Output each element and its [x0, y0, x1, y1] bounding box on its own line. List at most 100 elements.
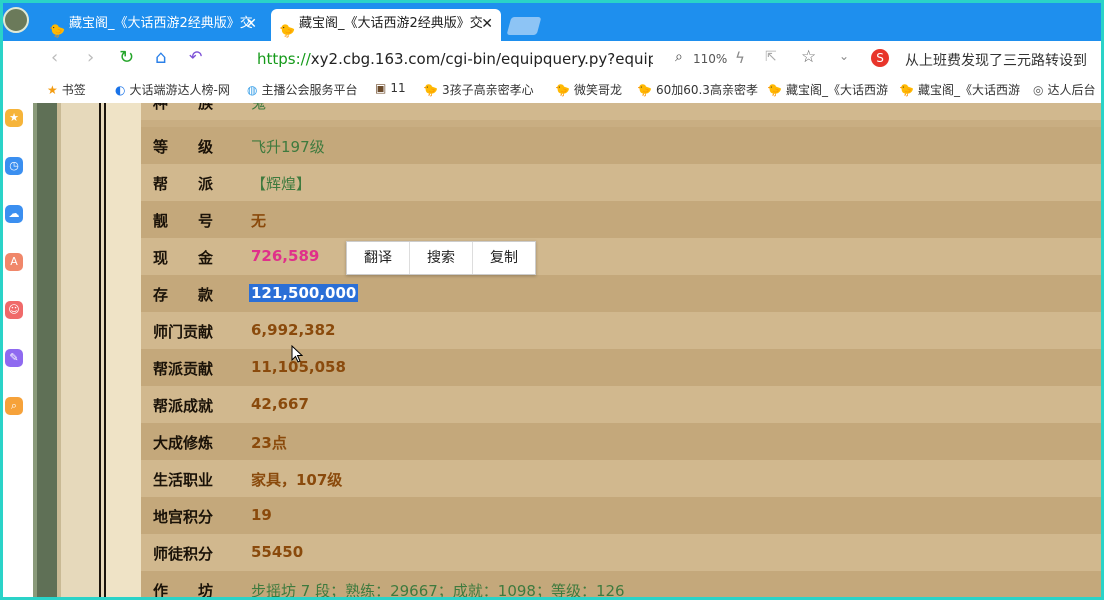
tab-favicon-icon: 🐤	[49, 24, 66, 39]
tab-cbg-1[interactable]: 🐤 藏宝阁_《大话西游2经典版》交 ✕	[41, 9, 265, 41]
row-value: 55450	[251, 543, 304, 561]
url-text: xy2.cbg.163.com/cgi-bin/equipquery.py?eq…	[310, 50, 653, 68]
bookmark-item[interactable]: 🐤 微笑哥龙	[555, 81, 622, 98]
bookmark-label: 微笑哥龙	[573, 83, 622, 97]
row-value: 无	[251, 212, 267, 230]
border-stripe	[61, 103, 99, 597]
bookmark-label: 60加60.3高亲密孝	[655, 83, 758, 97]
row-label: 作 坊	[153, 582, 214, 597]
bookmark-item[interactable]: 🐤 60加60.3高亲密孝	[637, 81, 758, 98]
address-bar[interactable]: https://xy2.cbg.163.com/cgi-bin/equipque…	[257, 50, 653, 68]
bookmark-favicon-icon: ▣	[375, 81, 387, 95]
user-avatar[interactable]	[3, 7, 29, 33]
selected-text[interactable]: 121,500,000	[249, 284, 359, 302]
page-content: 种 族 鬼 等 级 飞升197级 帮 派 【辉煌】 靓 号 无 现 金 726,…	[33, 103, 1101, 597]
table-row: 作 坊 步摇坊 7 段；熟练：29667；成就：1098；等级：126	[141, 571, 1101, 597]
bookmark-chick-icon: 🐤	[899, 83, 914, 97]
table-row: 帮派贡献 11,105,058	[141, 349, 1101, 386]
clock-icon[interactable]: ◷	[5, 157, 23, 175]
row-value: 鬼	[251, 103, 267, 112]
refresh-icon[interactable]: ↻	[119, 47, 134, 68]
row-value: 飞升197级	[251, 138, 325, 156]
table-row: 存 款 121,500,000	[141, 275, 1101, 312]
row-value: 23点	[251, 434, 287, 452]
bookmark-favicon-icon: ◍	[247, 83, 258, 97]
side-toolbar: ★ ◷ ☁ A ☺ ✎ ⌕	[3, 103, 33, 597]
zoom-icon: ⌕	[675, 49, 683, 65]
sogou-icon[interactable]: S	[871, 49, 889, 67]
bookmark-label: 3孩子高亲密孝心	[441, 83, 534, 97]
tab-title: 藏宝阁_《大话西游2经典版》交	[69, 16, 253, 31]
bookmark-item[interactable]: ◎ 达人后台	[1033, 81, 1096, 98]
edit-icon[interactable]: ✎	[5, 349, 23, 367]
bookmark-item[interactable]: 🐤 藏宝阁_《大话西游	[767, 81, 888, 98]
row-value: 步摇坊 7 段；熟练：29667；成就：1098；等级：126	[251, 582, 625, 597]
tab-close-icon[interactable]: ✕	[245, 9, 257, 39]
bookmark-chick-icon: 🐤	[423, 83, 438, 97]
bookmark-item[interactable]: ◍ 主播公会服务平台	[247, 81, 358, 98]
tab-title: 藏宝阁_《大话西游2经典版》交	[299, 16, 483, 31]
undo-icon[interactable]: ↶	[189, 47, 202, 66]
bookmark-chick-icon: 🐤	[555, 83, 570, 97]
home-icon[interactable]: ⌂	[155, 47, 166, 68]
bookmark-item[interactable]: ◐ 大话端游达人榜-网	[115, 81, 230, 98]
border-stripe	[106, 103, 141, 597]
bookmark-label: 藏宝阁_《大话西游	[917, 83, 1020, 97]
browser-window: 🐤 藏宝阁_《大话西游2经典版》交 ✕ 🐤 藏宝阁_《大话西游2经典版》交 ✕ …	[3, 3, 1101, 597]
lightning-icon[interactable]: ϟ	[735, 49, 745, 67]
table-row: 靓 号 无	[141, 201, 1101, 238]
bookmark-item[interactable]: 🐤 3孩子高亲密孝心	[423, 81, 534, 98]
table-row: 帮派成就 42,667	[141, 386, 1101, 423]
news-ticker[interactable]: 从上班费发现了三元路转设到	[905, 50, 1087, 70]
row-label: 大成修炼	[153, 434, 214, 452]
bookmark-label: 书签	[61, 83, 86, 97]
table-row: 等 级 飞升197级	[141, 127, 1101, 164]
zoom-level[interactable]: 110%	[693, 52, 727, 66]
table-row: 大成修炼 23点	[141, 423, 1101, 460]
bookmark-label: 大话端游达人榜-网	[129, 83, 230, 97]
translate-icon[interactable]: A	[5, 253, 23, 271]
row-label: 帮派成就	[153, 397, 214, 415]
bookmark-globe-icon: ◎	[1033, 83, 1044, 97]
tab-close-icon[interactable]: ✕	[481, 9, 493, 39]
navigation-bar: ‹ › ↻ ⌂ ↶ https://xy2.cbg.163.com/cgi-bi…	[3, 41, 1101, 78]
bookmark-item[interactable]: ★ 书签	[47, 81, 86, 98]
table-row: 师门贡献 6,992,382	[141, 312, 1101, 349]
translate-button[interactable]: 翻译	[347, 242, 409, 274]
search-icon[interactable]: ⌕	[5, 397, 23, 415]
tab-strip: 🐤 藏宝阁_《大话西游2经典版》交 ✕ 🐤 藏宝阁_《大话西游2经典版》交 ✕	[3, 3, 1101, 41]
tab-cbg-2-active[interactable]: 🐤 藏宝阁_《大话西游2经典版》交 ✕	[271, 9, 501, 41]
bookmark-item[interactable]: ▣ 11	[375, 81, 406, 95]
row-label: 等 级	[153, 138, 214, 156]
search-button[interactable]: 搜索	[410, 242, 472, 274]
border-stripe	[37, 103, 57, 597]
row-label: 地宫积分	[153, 508, 214, 526]
star-icon[interactable]: ☆	[801, 47, 816, 67]
chevron-down-icon[interactable]: ⌄	[839, 49, 849, 63]
back-icon[interactable]: ‹	[51, 47, 58, 68]
row-label: 帮 派	[153, 175, 214, 193]
row-label: 生活职业	[153, 471, 214, 489]
table-row: 生活职业 家具，107级	[141, 460, 1101, 497]
bookmark-favicon-icon: ◐	[115, 83, 126, 97]
share-icon[interactable]: ⇱	[765, 49, 777, 65]
bookmark-chick-icon: 🐤	[767, 83, 782, 97]
cloud-icon[interactable]: ☁	[5, 205, 23, 223]
bookmark-star-icon: ★	[47, 83, 58, 97]
table-row: 师徒积分 55450	[141, 534, 1101, 571]
person-icon[interactable]: ☺	[5, 301, 23, 319]
row-value: 家具，107级	[251, 471, 343, 489]
forward-icon[interactable]: ›	[87, 47, 94, 68]
tab-favicon-icon: 🐤	[279, 24, 296, 39]
table-row: 种 族 鬼	[141, 103, 1101, 120]
table-row: 帮 派 【辉煌】	[141, 164, 1101, 201]
bookmark-item[interactable]: 🐤 藏宝阁_《大话西游	[899, 81, 1020, 98]
bookmark-bar: ★ 书签 ◐ 大话端游达人榜-网 ◍ 主播公会服务平台 ▣ 11 🐤 3孩子高亲密孝心 🐤…	[3, 77, 1101, 104]
bookmark-chick-icon: 🐤	[637, 83, 652, 97]
favorites-icon[interactable]: ★	[5, 109, 23, 127]
row-label: 现 金	[153, 249, 214, 267]
copy-button[interactable]: 复制	[473, 242, 535, 274]
row-value: 【辉煌】	[251, 175, 312, 193]
new-tab-button[interactable]	[506, 17, 542, 35]
bookmark-label: 藏宝阁_《大话西游	[785, 83, 888, 97]
